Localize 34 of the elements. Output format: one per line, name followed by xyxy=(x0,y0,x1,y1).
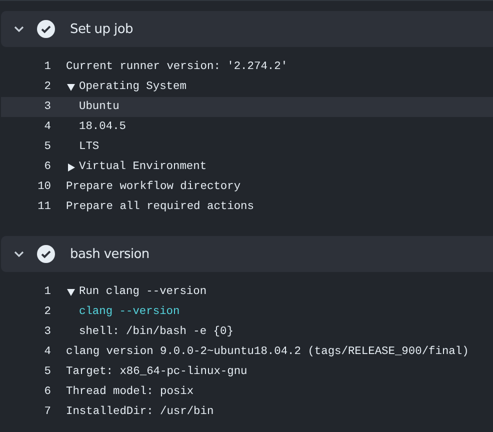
line-number: 1 xyxy=(43,286,51,298)
log-text: Ubuntu xyxy=(79,101,120,113)
line-number: 1 xyxy=(43,61,51,73)
log-text: LTS xyxy=(79,141,100,153)
group-label[interactable]: Run clang --version xyxy=(79,286,207,298)
line-number: 3 xyxy=(43,326,51,338)
log-text: Prepare workflow directory xyxy=(66,181,241,193)
log-text: InstalledDir: /usr/bin xyxy=(66,406,214,418)
log-text: Thread model: posix xyxy=(66,386,194,398)
log-text: Current runner version: '2.274.2' xyxy=(66,61,288,73)
line-number: 5 xyxy=(43,141,51,153)
line-number: 2 xyxy=(43,306,51,318)
step-title: bash version xyxy=(70,246,150,262)
group-label[interactable]: Virtual Environment xyxy=(79,161,207,173)
line-number: 7 xyxy=(43,406,51,418)
step-title: Set up job xyxy=(70,22,133,36)
line-number: 6 xyxy=(43,161,51,173)
log-text: 18.04.5 xyxy=(79,121,126,133)
line-number: 4 xyxy=(43,346,51,358)
log-text: clang version 9.0.0-2~ubuntu18.04.2 (tags/RELEASE_900/final) xyxy=(66,346,469,358)
step-header[interactable]: bash version xyxy=(1,236,493,272)
log-text: shell: /bin/bash -e {0} xyxy=(79,326,234,338)
line-number: 2 xyxy=(43,81,51,93)
log-text: Target: x86_64-pc-linux-gnu xyxy=(66,366,248,378)
line-number: 11 xyxy=(36,201,51,213)
step-header[interactable]: Set up job xyxy=(1,11,493,47)
line-number: 10 xyxy=(36,181,51,193)
command-text: clang --version xyxy=(79,306,180,318)
line-number: 3 xyxy=(43,101,51,113)
log-text: Prepare all required actions xyxy=(66,201,254,213)
group-label[interactable]: Operating System xyxy=(79,81,186,93)
line-number: 6 xyxy=(43,386,51,398)
line-number: 4 xyxy=(43,121,51,133)
line-number: 5 xyxy=(43,366,51,378)
